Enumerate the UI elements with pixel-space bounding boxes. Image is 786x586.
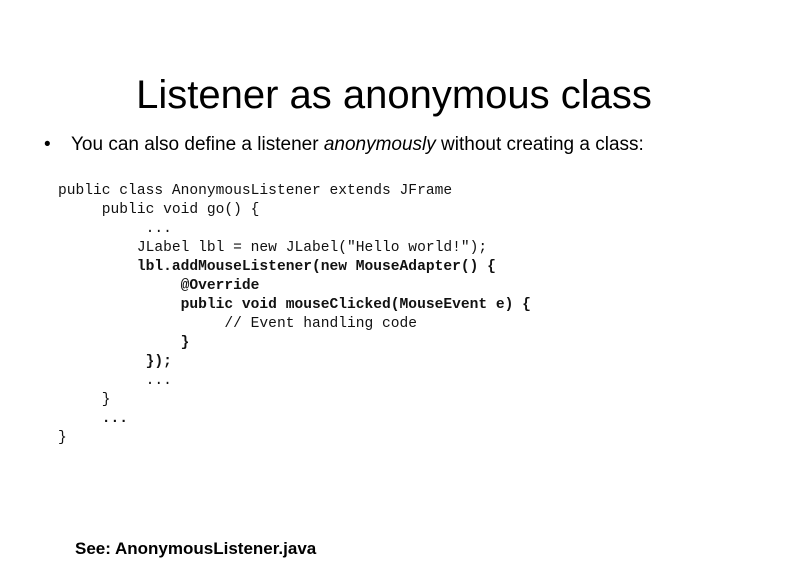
bullet-text-emphasis: anonymously: [323, 134, 436, 155]
bullet-marker: •: [44, 134, 51, 155]
bullet-item: • You can also define a listener anonymou…: [44, 133, 644, 157]
bullet-text-before: You can also define a listener: [71, 134, 324, 155]
slide-title: Listener as anonymous class: [136, 72, 652, 117]
code-line: // Event handling code: [58, 316, 418, 332]
code-line: JLabel lbl = new JLabel("Hello world!");: [58, 240, 488, 256]
code-line: }: [58, 430, 67, 446]
code-line: public class AnonymousListener extends J…: [58, 183, 453, 199]
code-line: @Override: [58, 278, 260, 294]
code-block: public class AnonymousListener extends J…: [58, 182, 531, 448]
code-line: ...: [58, 221, 172, 237]
source-file-reference: See: AnonymousListener.java: [75, 539, 317, 558]
code-line: public void go() {: [58, 202, 260, 218]
code-line: ...: [58, 373, 172, 389]
code-line: public void mouseClicked(MouseEvent e) {: [58, 297, 531, 313]
code-line: ...: [58, 411, 129, 427]
code-line: });: [58, 354, 172, 370]
code-line: lbl.addMouseListener(new MouseAdapter() …: [58, 259, 496, 275]
code-line: }: [58, 392, 111, 408]
bullet-text-after: without creating a class:: [435, 134, 644, 155]
code-line: }: [58, 335, 190, 351]
